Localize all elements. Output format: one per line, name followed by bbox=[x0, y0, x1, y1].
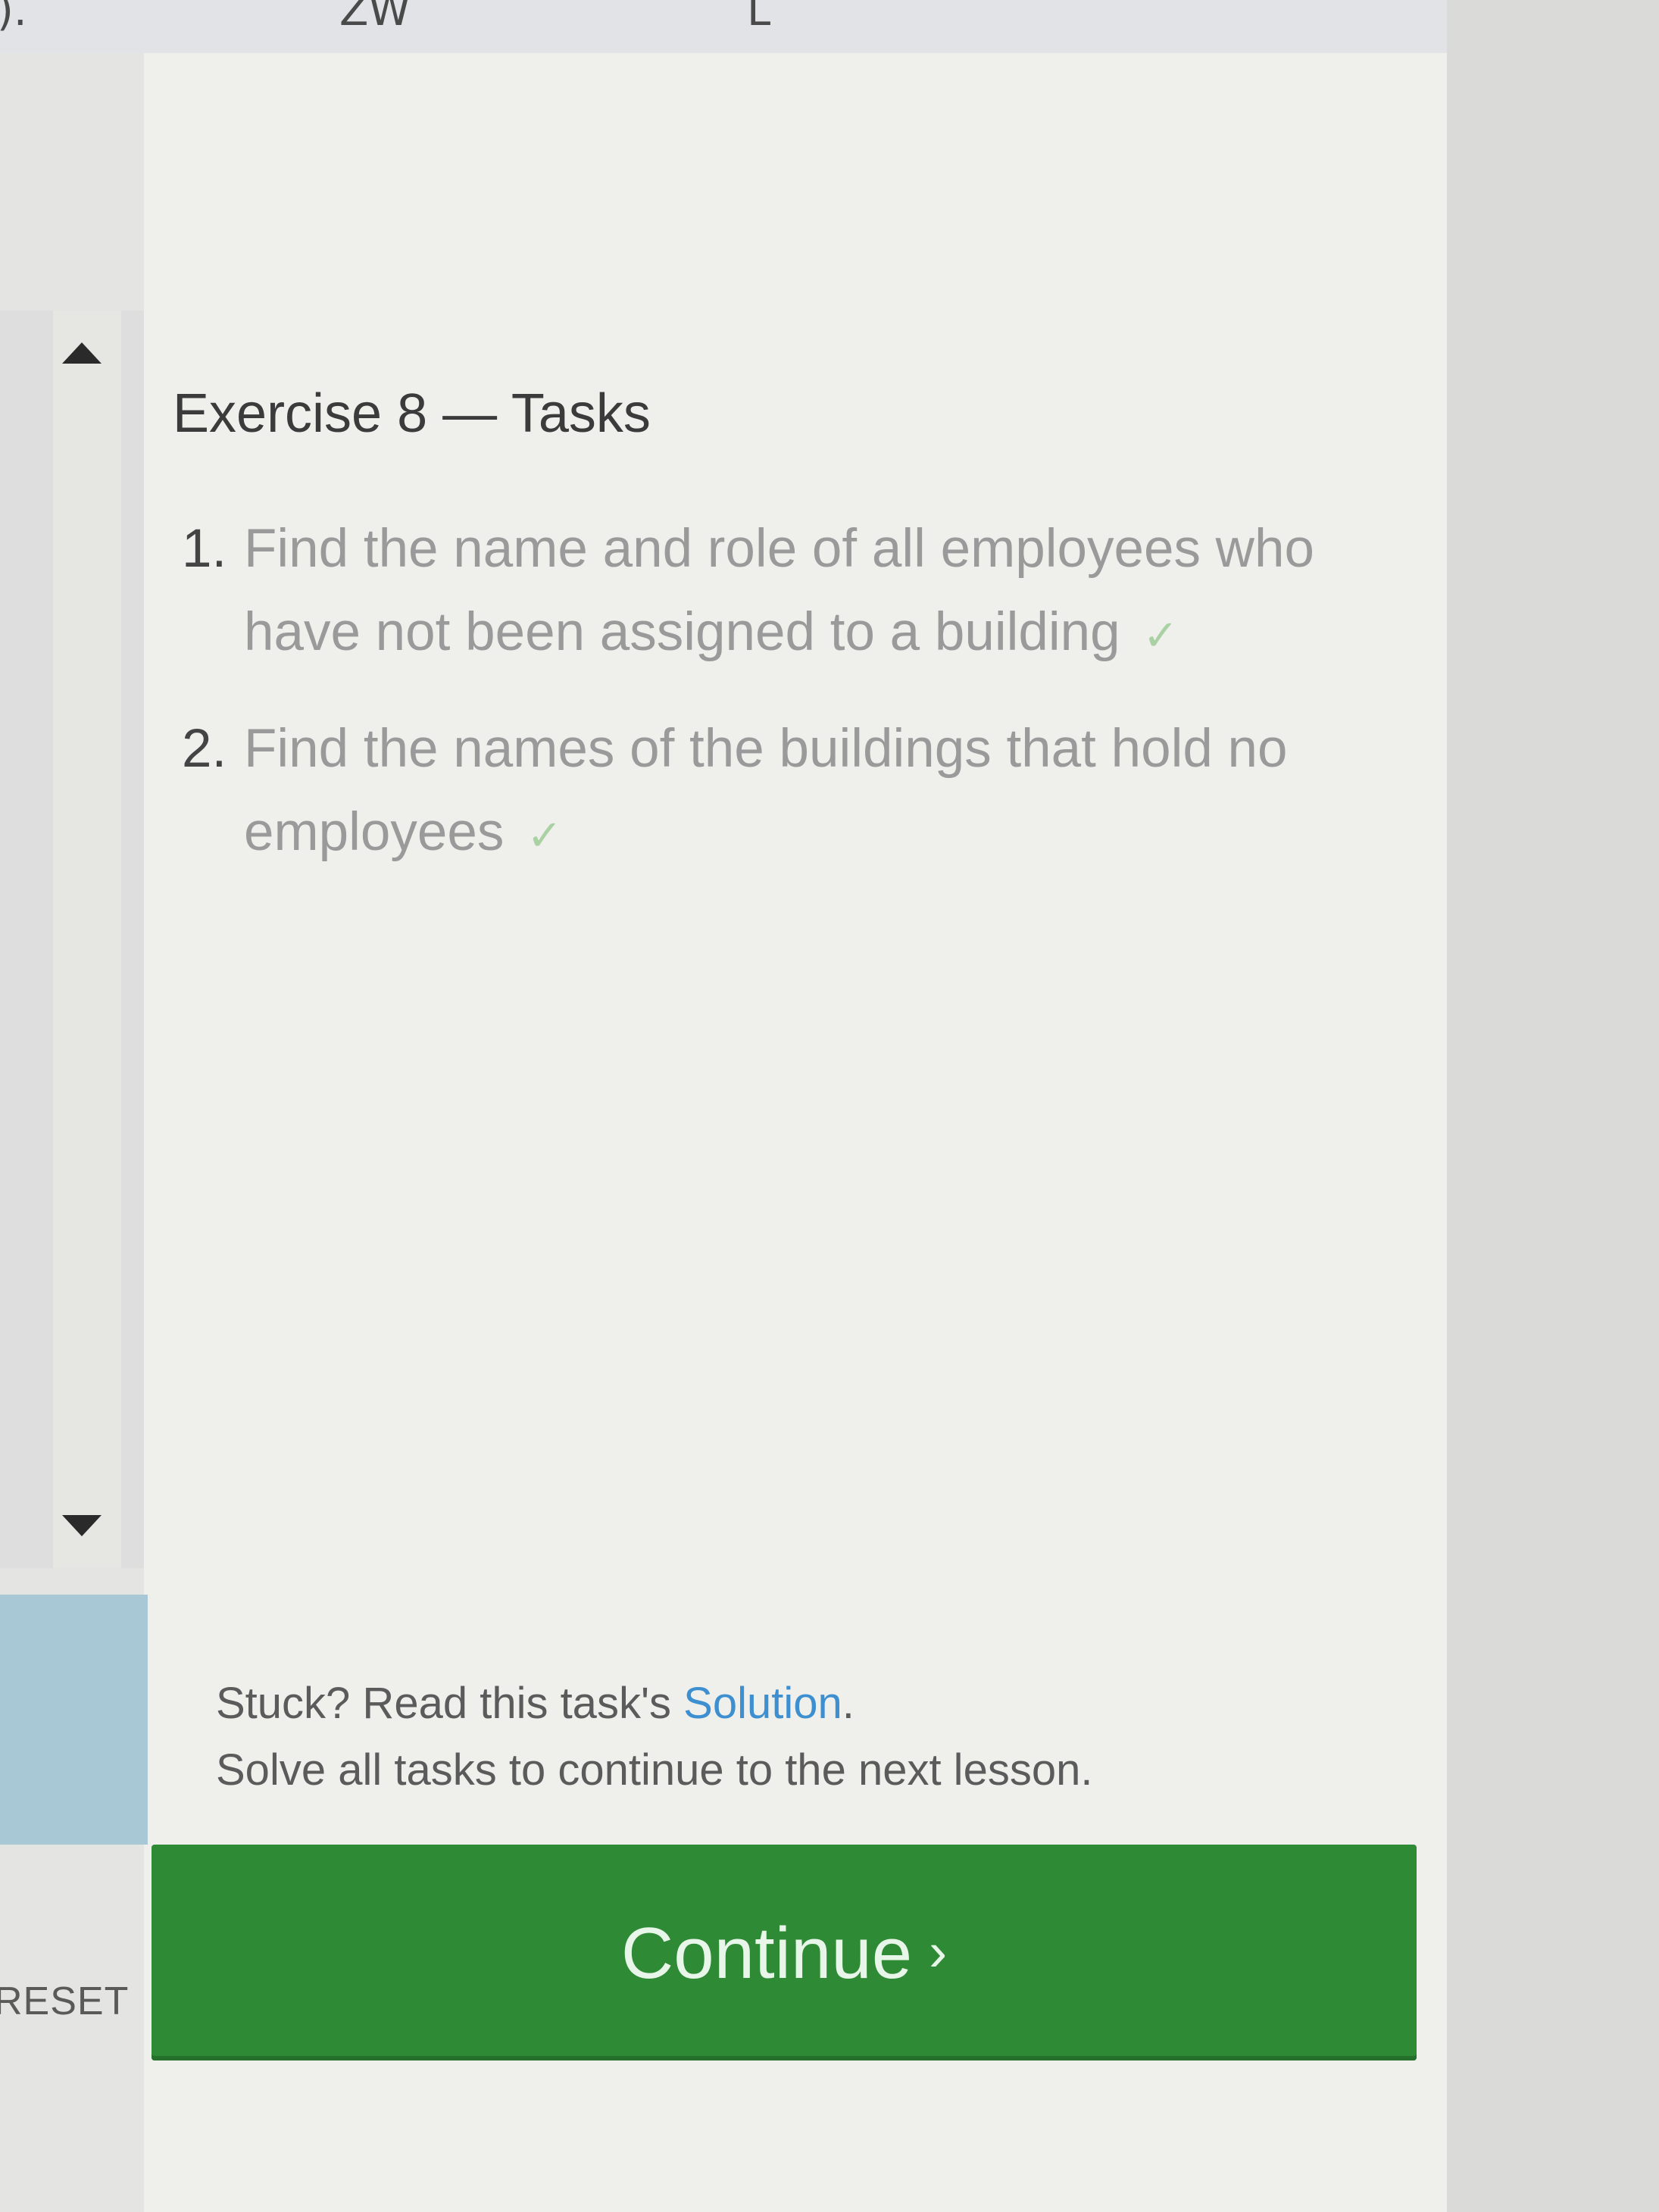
task-item: 2. Find the names of the buildings that … bbox=[182, 708, 1409, 877]
task-text: Find the names of the buildings that hol… bbox=[244, 719, 1288, 862]
stuck-suffix: . bbox=[842, 1679, 854, 1728]
header-fragment-middle: ZW bbox=[339, 0, 411, 36]
footer-help: Stuck? Read this task's Solution. Solve … bbox=[216, 1670, 1092, 1804]
task-number: 2. bbox=[182, 719, 227, 779]
right-margin bbox=[1447, 0, 1659, 2212]
continue-button[interactable]: Continue › bbox=[152, 1845, 1417, 2060]
task-number: 1. bbox=[182, 519, 227, 579]
scroll-down-arrow-icon[interactable] bbox=[62, 1515, 102, 1536]
reset-button[interactable]: RESET bbox=[0, 1979, 129, 2024]
sidebar-highlight bbox=[0, 1595, 148, 1845]
checkmark-icon: ✓ bbox=[526, 811, 563, 859]
exercise-title: Exercise 8 — Tasks bbox=[173, 383, 651, 444]
chevron-right-icon: › bbox=[929, 1922, 948, 1982]
task-item: 1. Find the name and role of all employe… bbox=[182, 508, 1409, 677]
continue-label: Continue bbox=[620, 1913, 913, 1994]
scrollbar[interactable] bbox=[0, 311, 144, 1568]
stuck-line: Stuck? Read this task's Solution. bbox=[216, 1670, 1092, 1737]
task-list: 1. Find the name and role of all employe… bbox=[182, 508, 1409, 908]
header-fragment-right: L bbox=[747, 0, 771, 36]
stuck-prefix: Stuck? Read this task's bbox=[216, 1679, 672, 1728]
header-fragment-left: ). bbox=[0, 0, 27, 36]
top-strip bbox=[0, 0, 1447, 53]
instruction-line: Solve all tasks to continue to the next … bbox=[216, 1745, 1093, 1795]
solution-link[interactable]: Solution bbox=[683, 1679, 842, 1728]
scroll-up-arrow-icon[interactable] bbox=[62, 342, 102, 364]
checkmark-icon: ✓ bbox=[1142, 611, 1179, 659]
scrollbar-track[interactable] bbox=[53, 311, 121, 1568]
